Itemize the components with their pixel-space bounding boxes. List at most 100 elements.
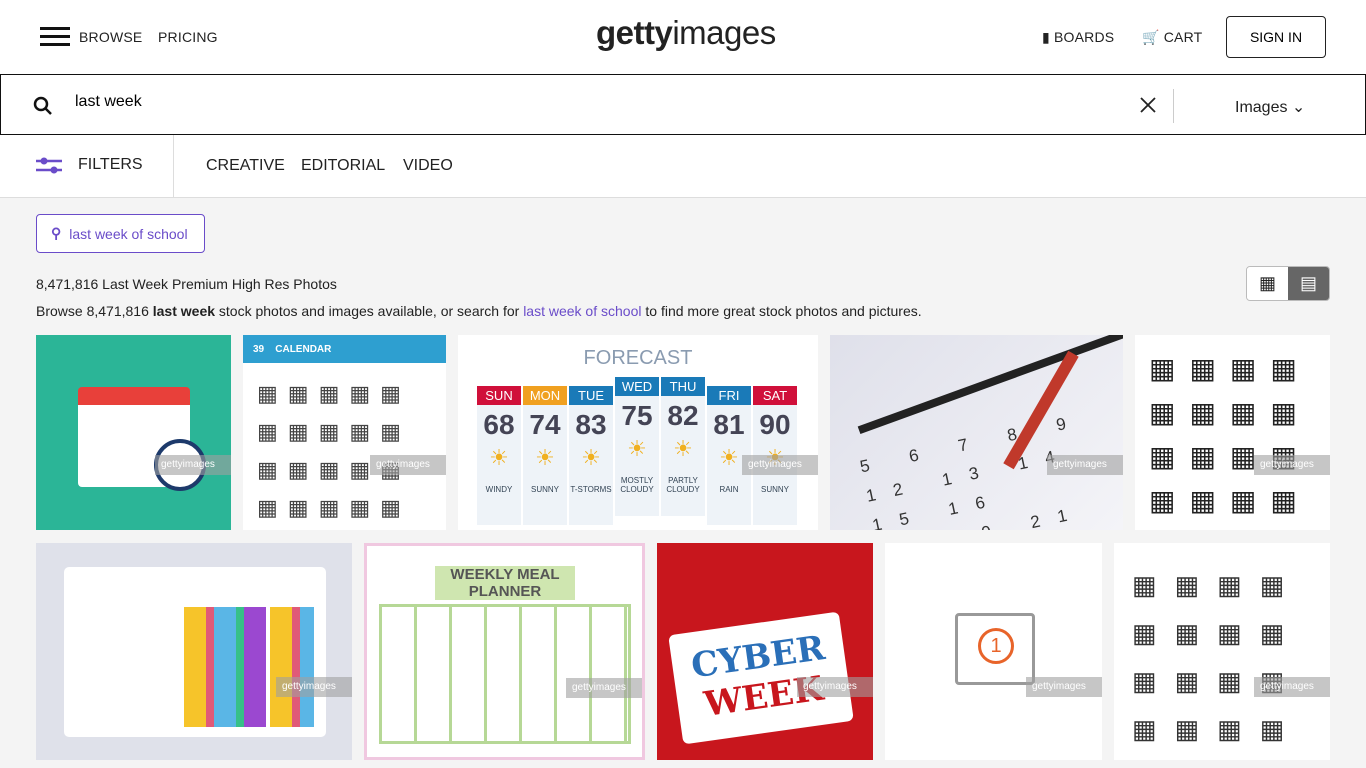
desc-text: to find more great stock photos and pict… xyxy=(641,303,922,319)
desc-text: Browse 8,471,816 xyxy=(36,303,153,319)
chip-label: last week of school xyxy=(69,225,188,242)
watermark: gettyimages xyxy=(276,677,352,697)
related-search-link[interactable]: last week of school xyxy=(523,303,641,319)
tab-video[interactable]: VIDEO xyxy=(403,157,453,175)
day-weather: MOSTLY CLOUDY xyxy=(620,476,654,494)
day-temp: 74 xyxy=(529,409,561,440)
day-weather: RAIN xyxy=(719,485,739,494)
mosaic-icon: ▤ xyxy=(1299,273,1317,293)
calendar-header: 39 CALENDAR xyxy=(243,335,446,363)
filters-label: FILTERS xyxy=(78,156,143,173)
grid-view-button[interactable]: ▦ xyxy=(1247,267,1288,300)
planner-title: WEEKLY MEAL PLANNER xyxy=(435,566,575,600)
image-tile[interactable]: WEEKLY MEAL PLANNER gettyimages xyxy=(364,543,645,760)
watermark: gettyimages xyxy=(1254,455,1330,475)
search-type-label: Images xyxy=(1235,99,1288,116)
search-icon: ⚲ xyxy=(51,225,62,241)
top-header: BROWSE PRICING gettyimages ▮ BOARDS 🛒 CA… xyxy=(0,0,1366,74)
day-temp: 83 xyxy=(575,409,607,440)
day-temp: 90 xyxy=(759,409,791,440)
forecast-day: TUE 83 ☀ T-STORMS xyxy=(569,386,613,525)
image-tile[interactable]: 5 6 7 8 912 13 14 15 1619 20 21 22 23 ge… xyxy=(830,335,1123,530)
boards-link[interactable]: ▮ BOARDS xyxy=(1042,29,1114,46)
clear-icon[interactable] xyxy=(1140,97,1156,113)
results-count: 8,471,816 Last Week Premium High Res Pho… xyxy=(36,276,337,292)
divider xyxy=(173,135,174,198)
day-name: FRI xyxy=(707,386,751,405)
forecast-day: MON 74 ☀ SUNNY xyxy=(523,386,567,525)
day-temp: 81 xyxy=(713,409,745,440)
planner-grid xyxy=(379,604,631,744)
watermark: gettyimages xyxy=(1047,455,1123,475)
icon-grid: ▦▦▦▦ ▦▦▦▦ ▦▦▦▦ ▦▦▦▦ xyxy=(1132,570,1303,744)
watermark: gettyimages xyxy=(155,455,231,475)
sign-in-button[interactable]: SIGN IN xyxy=(1226,16,1326,58)
watermark: gettyimages xyxy=(797,677,873,697)
day-name: TUE xyxy=(569,386,613,405)
chevron-down-icon: ⌄ xyxy=(1291,99,1306,116)
pricing-link[interactable]: PRICING xyxy=(158,29,218,45)
day-temp: 82 xyxy=(667,400,699,431)
watermark: gettyimages xyxy=(370,455,446,475)
weather-icon: ☀ xyxy=(673,436,693,461)
schedule-blocks xyxy=(184,607,314,727)
image-tile[interactable]: 1 gettyimages xyxy=(885,543,1102,760)
sliders-icon xyxy=(36,157,62,174)
divider xyxy=(1173,89,1174,123)
image-tile[interactable]: gettyimages xyxy=(36,335,231,530)
forecast-days: SUN 68 ☀ WINDY MON 74 ☀ SUNNY TUE 83 ☀ T-STORMS WED 7… xyxy=(477,377,799,525)
watermark: gettyimages xyxy=(1254,677,1330,697)
logo[interactable]: gettyimages xyxy=(596,14,776,52)
image-tile[interactable]: ▦▦▦▦ ▦▦▦▦ ▦▦▦▦ ▦▦▦▦ gettyimages xyxy=(1114,543,1330,760)
day-weather: PARTLY CLOUDY xyxy=(666,476,700,494)
image-tile[interactable]: CYBER WEEK gettyimages xyxy=(657,543,873,760)
grid-icon: ▦ xyxy=(1258,273,1276,293)
cart-label: CART xyxy=(1163,29,1203,45)
search-icon xyxy=(33,96,52,115)
weather-icon: ☀ xyxy=(581,445,601,470)
day-weather: SUNNY xyxy=(530,485,559,494)
watermark: gettyimages xyxy=(566,678,642,698)
weather-icon: ☀ xyxy=(489,445,509,470)
icon-grid: ▦▦▦▦▦ ▦▦▦▦▦ ▦▦▦▦▦ ▦▦▦▦▦ xyxy=(257,381,411,520)
image-tile[interactable]: FORECAST SUN 68 ☀ WINDY MON 74 ☀ SUNNY TUE 83 ☀ T-S… xyxy=(458,335,818,530)
boards-label: BOARDS xyxy=(1054,29,1115,45)
image-tile[interactable]: gettyimages xyxy=(36,543,352,760)
calendar-icon-illustration: 1 xyxy=(955,613,1035,685)
day-name: SAT xyxy=(753,386,797,405)
day-weather: SUNNY xyxy=(760,485,789,494)
results-description: Browse 8,471,816 last week stock photos … xyxy=(36,303,922,319)
day-temp: 75 xyxy=(621,400,653,431)
day-weather: WINDY xyxy=(485,485,513,494)
cart-icon: 🛒 xyxy=(1142,29,1160,45)
header-num: 39 xyxy=(253,344,265,355)
day-name: THU xyxy=(661,377,705,396)
cart-link[interactable]: 🛒 CART xyxy=(1142,29,1202,46)
mosaic-view-button[interactable]: ▤ xyxy=(1288,267,1329,300)
weather-icon: ☀ xyxy=(627,436,647,461)
day-name: SUN xyxy=(477,386,521,405)
desc-bold: last week xyxy=(152,303,216,319)
forecast-title: FORECAST xyxy=(583,347,693,369)
search-input[interactable] xyxy=(75,93,1075,111)
related-search-chip[interactable]: ⚲ last week of school xyxy=(36,214,205,253)
search-type-dropdown[interactable]: Images ⌄ xyxy=(1235,97,1305,117)
day-weather: T-STORMS xyxy=(570,485,612,494)
tab-creative[interactable]: CREATIVE xyxy=(206,157,285,175)
menu-icon[interactable] xyxy=(40,27,70,47)
layout-toggle: ▦ ▤ xyxy=(1246,266,1330,301)
desc-text: stock photos and images available, or se… xyxy=(215,303,524,319)
logo-light: images xyxy=(672,14,776,51)
icon-grid: ▦▦▦▦ ▦▦▦▦ ▦▦▦▦ ▦▦▦▦ xyxy=(1149,353,1311,516)
forecast-day: SUN 68 ☀ WINDY xyxy=(477,386,521,525)
browse-link[interactable]: BROWSE xyxy=(79,29,142,45)
image-tile[interactable]: 39 CALENDAR ▦▦▦▦▦ ▦▦▦▦▦ ▦▦▦▦▦ ▦▦▦▦▦ gett… xyxy=(243,335,446,530)
filter-bar: FILTERS CREATIVE EDITORIAL VIDEO xyxy=(0,135,1366,198)
forecast-day: THU 82 ☀ PARTLY CLOUDY xyxy=(661,377,705,516)
watermark: gettyimages xyxy=(742,455,818,475)
logo-bold: getty xyxy=(596,14,673,51)
tab-editorial[interactable]: EDITORIAL xyxy=(301,157,385,175)
weather-icon: ☀ xyxy=(535,445,555,470)
filters-button[interactable]: FILTERS xyxy=(36,156,143,174)
image-tile[interactable]: ▦▦▦▦ ▦▦▦▦ ▦▦▦▦ ▦▦▦▦ gettyimages xyxy=(1135,335,1330,530)
